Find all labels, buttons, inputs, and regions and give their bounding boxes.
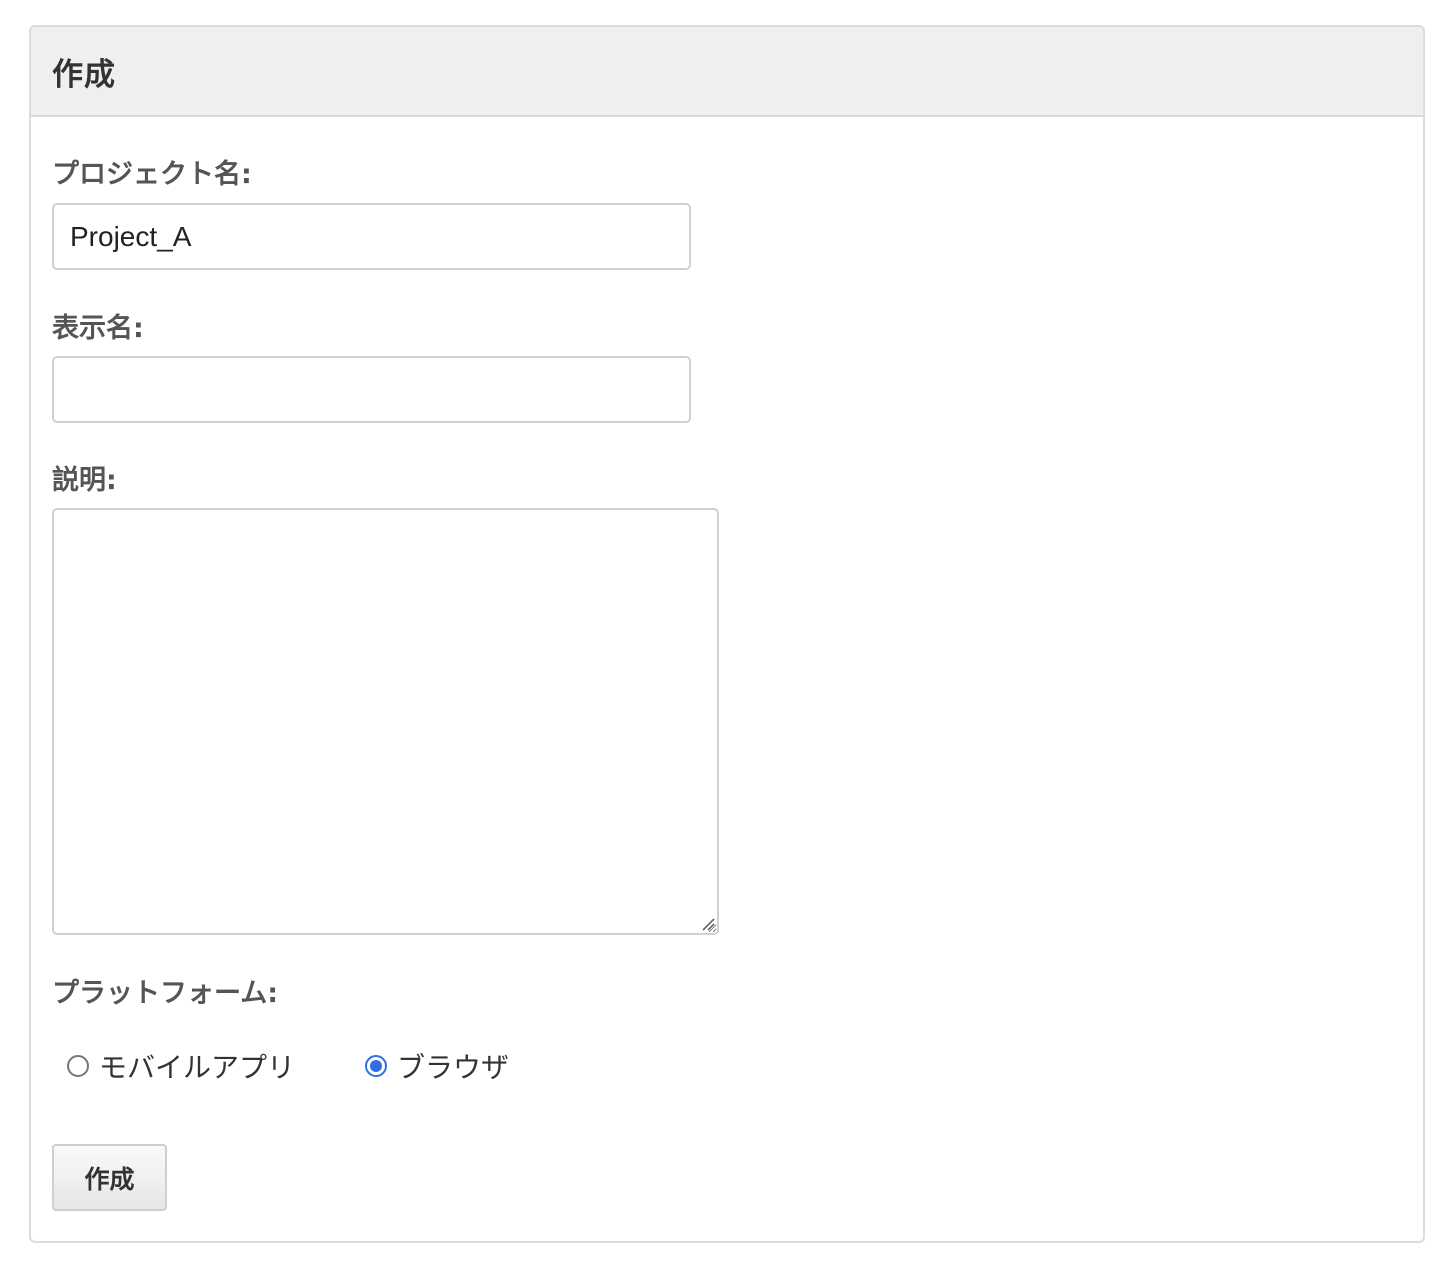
display-name-label: 表示名:	[52, 313, 144, 344]
platform-radio-group: モバイルアプリ ブラウザ	[67, 1044, 509, 1088]
description-textarea[interactable]	[52, 508, 719, 935]
create-button[interactable]: 作成	[52, 1144, 167, 1211]
panel-header: 作成	[31, 27, 1423, 117]
platform-label: プラットフォーム:	[52, 978, 278, 1009]
project-name-label: プロジェクト名:	[52, 159, 252, 190]
radio-label-mobile-app: モバイルアプリ	[99, 1051, 296, 1084]
radio-mobile-app[interactable]	[67, 1055, 89, 1077]
display-name-input[interactable]	[52, 356, 691, 423]
create-panel: 作成 プロジェクト名: 表示名: 説明: プラットフォーム: モバイルアプリ ブ…	[29, 25, 1425, 1243]
description-label: 説明:	[52, 465, 117, 496]
panel-title: 作成	[52, 56, 116, 93]
project-name-input[interactable]	[52, 203, 691, 270]
platform-option-browser[interactable]: ブラウザ	[365, 1046, 509, 1086]
platform-option-mobile[interactable]: モバイルアプリ	[67, 1046, 295, 1086]
radio-label-browser: ブラウザ	[397, 1051, 510, 1084]
radio-browser[interactable]	[365, 1055, 388, 1077]
